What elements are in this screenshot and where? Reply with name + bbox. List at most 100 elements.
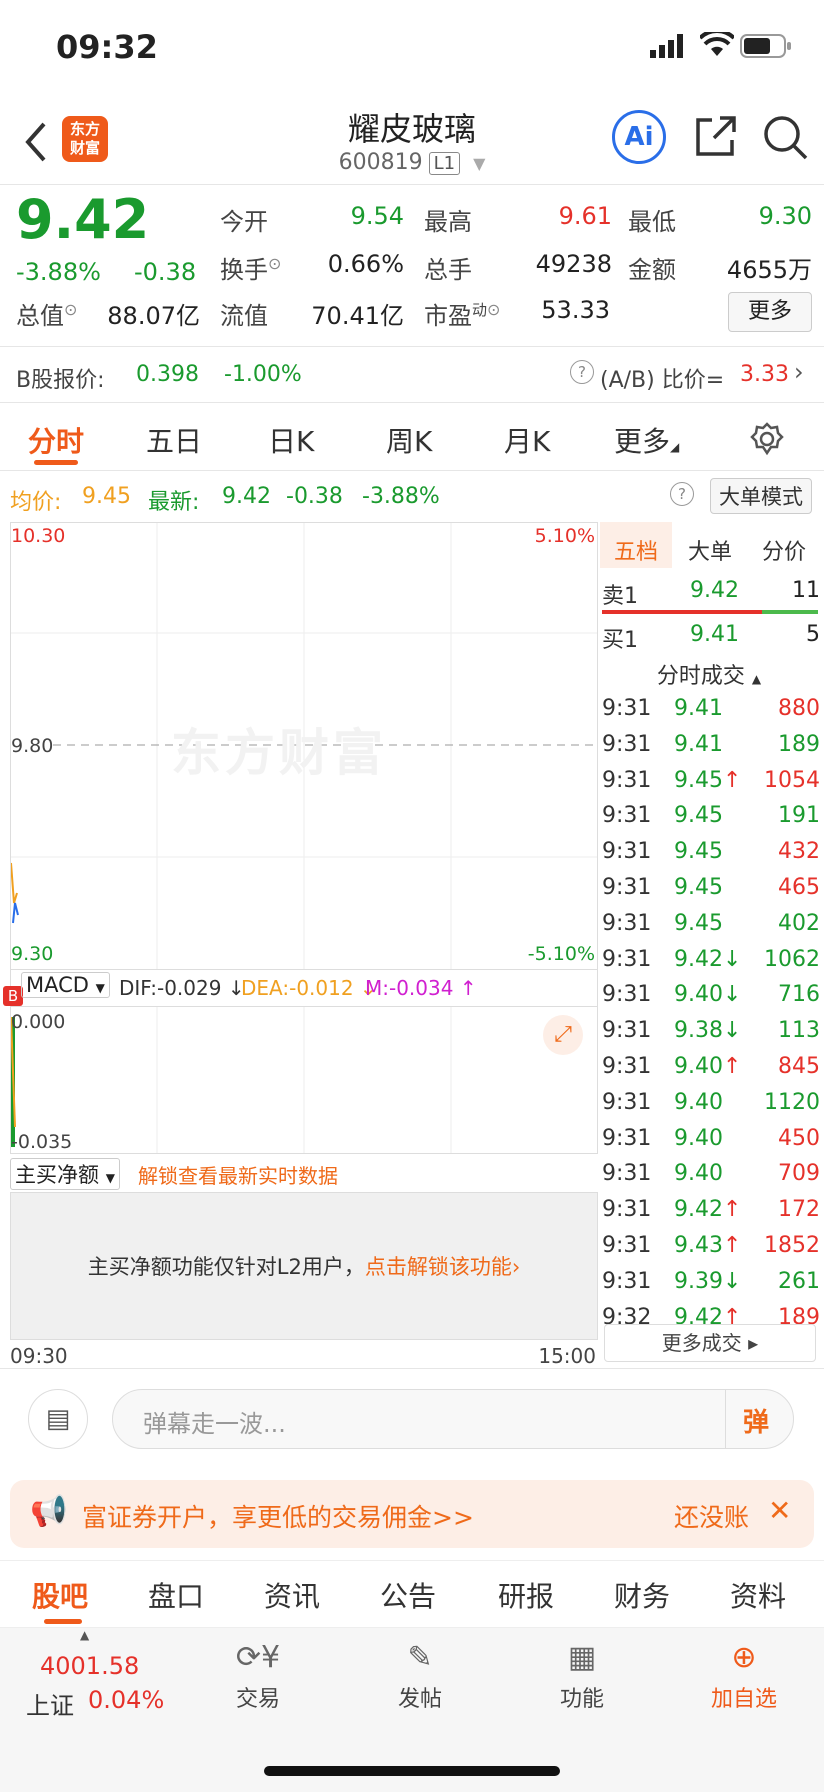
divider <box>725 1390 726 1448</box>
buy1-label: 买1 <box>602 628 638 653</box>
avg-info-row: 均价: 9.45 最新: 9.42 -0.38 -3.88% ? 大单模式 <box>0 472 824 520</box>
pct-axis-top: 5.10% <box>534 525 595 547</box>
trade-time: 9:31 <box>602 1089 652 1115</box>
tab-price-dist[interactable]: 分价 <box>762 534 806 566</box>
intraday-chart[interactable]: 东方财富 10.30 9.80 9.30 5.10% -5.10% <box>10 522 598 970</box>
tab-news[interactable]: 资讯 <box>264 1575 320 1615</box>
unlock-link[interactable]: 解锁查看最新实时数据 <box>138 1160 338 1189</box>
danmaku-list-icon[interactable]: ▤ <box>28 1389 88 1449</box>
trade-row: 9:31 9.42↑ 172 <box>598 1193 820 1229</box>
trade-price: 9.42↑ <box>674 1197 741 1222</box>
function-button[interactable]: ▦ 功能 <box>522 1640 642 1713</box>
tab-five-levels[interactable]: 五档 <box>614 534 658 566</box>
net-buy-panel: 主买净额功能仅针对L2用户，点击解锁该功能› <box>10 1192 598 1340</box>
trade-price-value: 9.45 <box>674 839 723 865</box>
info-icon[interactable]: ⊙ <box>64 300 77 319</box>
tab-monthly-k[interactable]: 月K <box>504 420 550 460</box>
promo-text[interactable]: 富证券开户，享更低的交易佣金>> <box>82 1498 474 1534</box>
net-buy-selector[interactable]: 主买净额 ▼ <box>10 1158 120 1190</box>
trade-row: 9:31 9.40↓ 716 <box>598 978 820 1014</box>
more-button[interactable]: 更多 <box>728 292 812 332</box>
index-name[interactable]: 上证 <box>26 1686 74 1721</box>
sell1-volume: 11 <box>792 578 820 603</box>
index-value[interactable]: 4001.58 <box>40 1652 139 1680</box>
share-icon[interactable] <box>694 114 738 158</box>
time-axis: 09:30 15:00 <box>10 1340 596 1370</box>
tab-daily-k[interactable]: 日K <box>268 420 314 460</box>
mcap-value: 88.07亿 <box>107 302 200 330</box>
bshare-row[interactable]: B股报价: 0.398 -1.00% ? (A/B) 比价= 3.33 › <box>0 348 824 403</box>
trade-volume: 465 <box>778 875 820 900</box>
trade-direction-arrow: ↓ <box>722 982 742 1008</box>
trade-price-value: 9.42 <box>674 946 723 972</box>
trade-volume: 432 <box>778 839 820 865</box>
turnover-value: 0.66% <box>327 250 404 278</box>
open-label: 今开 <box>220 208 268 236</box>
trades-title[interactable]: 分时成交 ▲ <box>598 658 820 690</box>
ai-button[interactable]: Ai <box>612 110 666 164</box>
chevron-right-icon: › <box>794 358 804 386</box>
info-icon[interactable]: ⊙ <box>487 300 500 319</box>
volume-value: 49238 <box>535 250 612 278</box>
trade-price: 9.45 <box>674 911 723 936</box>
function-label: 功能 <box>559 1687 604 1712</box>
tab-5day[interactable]: 五日 <box>146 420 202 460</box>
macd-selector[interactable]: MACD ▼ <box>21 972 110 998</box>
macd-chart[interactable]: 0.000 -0.035 ⤢ <box>10 1006 598 1154</box>
tab-pankou[interactable]: 盘口 <box>148 1575 204 1615</box>
trade-volume: 402 <box>778 910 820 936</box>
tab-intraday[interactable]: 分时 <box>28 420 84 460</box>
more-trades-button[interactable]: 更多成交 ▸ <box>604 1324 816 1362</box>
tab-finance[interactable]: 财务 <box>614 1575 670 1615</box>
index-pct[interactable]: 0.04% <box>88 1686 164 1714</box>
big-order-mode-button[interactable]: 大单模式 <box>710 478 812 514</box>
danmaku-input[interactable]: 弹幕走一波... 弹 <box>112 1389 794 1449</box>
tab-profile[interactable]: 资料 <box>730 1575 786 1615</box>
float-label: 流值 <box>220 302 268 330</box>
trade-row: 9:31 9.38↓ 113 <box>598 1014 820 1050</box>
trade-time: 9:31 <box>602 1268 652 1294</box>
trade-price: 9.40 <box>674 1090 723 1115</box>
add-watchlist-button[interactable]: ⊕ 加自选 <box>684 1640 804 1713</box>
amount-label: 金额 <box>628 256 676 284</box>
bshare-pct: -1.00% <box>224 362 302 387</box>
unlock-feature-link[interactable]: 点击解锁该功能› <box>365 1255 520 1279</box>
search-icon[interactable] <box>762 114 808 160</box>
high-label: 最高 <box>424 208 472 236</box>
expand-icon[interactable]: ⤢ <box>543 1015 583 1055</box>
trade-price: 9.40 <box>674 1161 723 1186</box>
tab-weekly-k[interactable]: 周K <box>386 420 432 460</box>
promo-banner[interactable]: 📢 富证券开户，享更低的交易佣金>> 还没账 ✕ <box>10 1480 814 1548</box>
sell1-label: 卖1 <box>602 584 638 609</box>
info-icon[interactable]: ⊙ <box>268 254 281 273</box>
trade-volume: 450 <box>778 1125 820 1151</box>
gear-icon[interactable] <box>750 422 784 456</box>
info-tabs: 股吧 盘口 资讯 公告 研报 财务 资料 <box>0 1560 824 1628</box>
trade-row: 9:31 9.45 402 <box>598 907 820 943</box>
trade-row: 9:31 9.40↑ 845 <box>598 1050 820 1086</box>
change-pct: -3.88% <box>16 258 101 286</box>
high-value: 9.61 <box>558 202 612 230</box>
tab-announcements[interactable]: 公告 <box>380 1575 436 1615</box>
trade-direction-arrow: ↑ <box>722 1233 742 1258</box>
promo-right-text[interactable]: 还没账 <box>674 1498 749 1534</box>
buy1-row: 买1 9.41 5 <box>598 618 820 654</box>
grid-icon: ▦ <box>567 1640 597 1675</box>
trade-price: 9.39↓ <box>674 1269 741 1294</box>
post-label: 发帖 <box>397 1687 442 1712</box>
tab-guba[interactable]: 股吧 <box>32 1575 88 1615</box>
trade-volume: 880 <box>778 696 820 721</box>
amount-value: 4655万 <box>726 256 812 284</box>
tab-big-orders[interactable]: 大单 <box>688 534 732 566</box>
pct-axis-bottom: -5.10% <box>527 943 595 965</box>
help-icon[interactable]: ? <box>670 482 694 506</box>
danmaku-send-button[interactable]: 弹 <box>743 1402 769 1439</box>
post-button[interactable]: ✎ 发帖 <box>360 1640 480 1713</box>
trade-button[interactable]: ⟳¥ 交易 <box>198 1640 318 1713</box>
tab-more[interactable]: 更多◢ <box>614 420 679 460</box>
close-icon[interactable]: ✕ <box>768 1494 791 1527</box>
macd-grid <box>11 1007 452 1153</box>
tab-research[interactable]: 研报 <box>498 1575 554 1615</box>
help-icon[interactable]: ? <box>570 360 594 384</box>
trade-price: 9.45 <box>674 803 723 828</box>
